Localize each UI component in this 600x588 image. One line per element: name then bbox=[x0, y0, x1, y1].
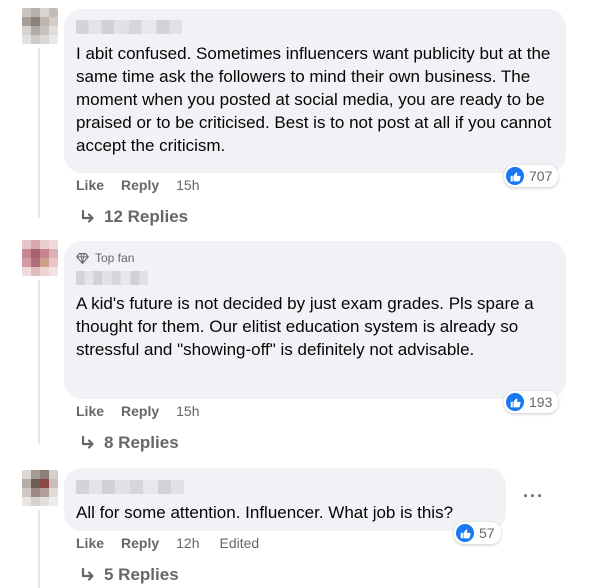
thumbs-up-icon bbox=[506, 167, 524, 185]
view-replies-link[interactable]: 5 Replies bbox=[80, 565, 179, 585]
thumbs-up-icon bbox=[506, 393, 524, 411]
thread-line bbox=[38, 280, 40, 444]
author-name-blurred[interactable] bbox=[76, 480, 184, 494]
comment-actions: Like Reply 12h Edited bbox=[76, 535, 279, 551]
thumbs-up-icon bbox=[456, 524, 474, 542]
reaction-count-value: 57 bbox=[479, 525, 495, 541]
thread-line bbox=[38, 48, 40, 218]
top-fan-label: Top fan bbox=[95, 251, 135, 265]
reply-arrow-icon bbox=[81, 567, 94, 581]
reaction-count-value: 707 bbox=[529, 168, 553, 184]
view-replies-link[interactable]: 8 Replies bbox=[80, 433, 179, 453]
reaction-count[interactable]: 57 bbox=[454, 522, 501, 544]
replies-label: 8 Replies bbox=[104, 433, 179, 452]
reply-button[interactable]: Reply bbox=[121, 403, 159, 419]
avatar[interactable] bbox=[22, 240, 58, 276]
author-name-blurred[interactable] bbox=[76, 271, 148, 285]
author-name-blurred[interactable] bbox=[76, 20, 182, 34]
comment-actions: Like Reply 15h bbox=[76, 177, 220, 193]
reaction-count-value: 193 bbox=[529, 394, 553, 410]
comment-bubble: All for some attention. Influencer. What… bbox=[64, 468, 506, 531]
reply-arrow-icon bbox=[81, 209, 94, 223]
avatar[interactable] bbox=[22, 470, 58, 506]
reaction-count[interactable]: 707 bbox=[504, 165, 559, 187]
like-button[interactable]: Like bbox=[76, 403, 104, 419]
more-horizontal-icon[interactable]: ··· bbox=[523, 486, 544, 507]
reaction-count[interactable]: 193 bbox=[504, 391, 559, 413]
like-button[interactable]: Like bbox=[76, 177, 104, 193]
reply-button[interactable]: Reply bbox=[121, 535, 159, 551]
comment-actions: Like Reply 15h bbox=[76, 403, 220, 419]
comment-text: All for some attention. Influencer. What… bbox=[76, 503, 454, 522]
comment-text: A kid's future is not decided by just ex… bbox=[76, 294, 534, 359]
replies-label: 12 Replies bbox=[104, 207, 189, 226]
reply-arrow-icon bbox=[81, 435, 94, 449]
avatar[interactable] bbox=[22, 8, 58, 44]
view-replies-link[interactable]: 12 Replies bbox=[80, 207, 188, 227]
comment-bubble: I abit confused. Sometimes influencers w… bbox=[64, 9, 566, 173]
timestamp[interactable]: 15h bbox=[176, 177, 199, 193]
comment-text: I abit confused. Sometimes influencers w… bbox=[76, 44, 552, 155]
top-fan-badge: Top fan bbox=[76, 250, 554, 266]
edited-label[interactable]: Edited bbox=[220, 535, 260, 551]
timestamp[interactable]: 15h bbox=[176, 403, 199, 419]
reply-button[interactable]: Reply bbox=[121, 177, 159, 193]
diamond-icon bbox=[76, 252, 89, 264]
thread-line bbox=[38, 510, 40, 588]
like-button[interactable]: Like bbox=[76, 535, 104, 551]
comment-bubble: Top fan A kid's future is not decided by… bbox=[64, 241, 566, 399]
timestamp[interactable]: 12h bbox=[176, 535, 199, 551]
replies-label: 5 Replies bbox=[104, 565, 179, 584]
